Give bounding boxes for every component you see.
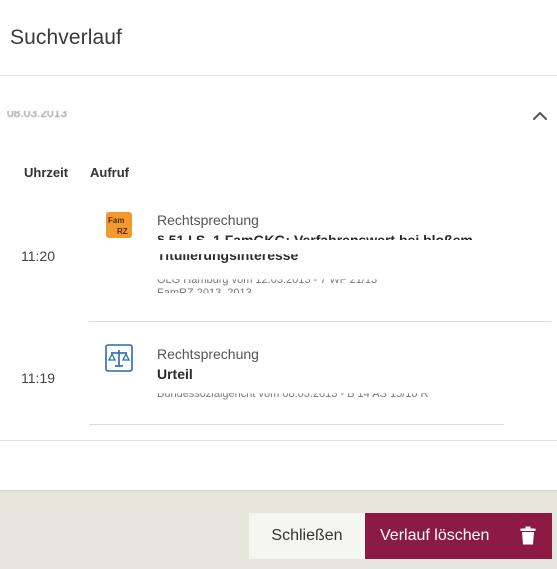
entry-title[interactable]: § 51 I S. 1 FamGKG: Verfahrenswert bei b… bbox=[157, 232, 473, 240]
close-button[interactable]: Schließen bbox=[249, 513, 365, 559]
trash-icon bbox=[520, 526, 536, 545]
scales-of-justice-icon bbox=[105, 344, 133, 372]
entry-time: 11:20 bbox=[21, 248, 55, 264]
entry-type: Rechtsprechung bbox=[157, 212, 259, 228]
entry-type: Rechtsprechung bbox=[157, 346, 259, 362]
entry-time: 11:19 bbox=[21, 370, 55, 386]
date-group-header[interactable]: 08.03.2013 bbox=[0, 76, 557, 156]
svg-text:Fam: Fam bbox=[108, 216, 124, 225]
section-divider bbox=[0, 440, 557, 441]
chevron-up-icon[interactable] bbox=[530, 106, 550, 126]
entry-title-continued[interactable]: Titulierungsinteresse bbox=[157, 254, 298, 263]
entry-source-continued: FamRZ 2013, 2013 bbox=[157, 287, 252, 299]
entry-source: OLG Hamburg vom 12.03.2013 - 7 WF 21/13 bbox=[157, 274, 378, 286]
date-group-label: 08.03.2013 bbox=[7, 106, 68, 120]
entry-divider bbox=[89, 424, 504, 425]
clear-history-label: Verlauf löschen bbox=[380, 527, 490, 544]
entry-title[interactable]: Urteil bbox=[157, 366, 193, 382]
column-header-call: Aufruf bbox=[90, 165, 129, 180]
history-entry[interactable]: 11:20 Fam RZ Rechtsprechung § 51 I S. 1 … bbox=[0, 200, 557, 322]
search-history-dialog: Suchverlauf 08.03.2013 Uhrzeit Aufruf 11… bbox=[0, 0, 557, 569]
history-entry[interactable]: 11:19 Rechtsprechung Urteil Bundessozial… bbox=[0, 330, 557, 430]
clear-history-button[interactable]: Verlauf löschen bbox=[365, 513, 552, 559]
svg-text:RZ: RZ bbox=[117, 227, 128, 236]
entry-source: Bundessozialgericht vom 08.03.2013 - B 1… bbox=[157, 388, 429, 400]
dialog-header: Suchverlauf bbox=[0, 0, 557, 76]
famrz-journal-icon: Fam RZ bbox=[106, 212, 132, 238]
dialog-title: Suchverlauf bbox=[10, 26, 122, 49]
column-header-time: Uhrzeit bbox=[24, 165, 69, 180]
dialog-footer: Schließen Verlauf löschen bbox=[0, 490, 557, 569]
entry-divider bbox=[89, 321, 551, 322]
